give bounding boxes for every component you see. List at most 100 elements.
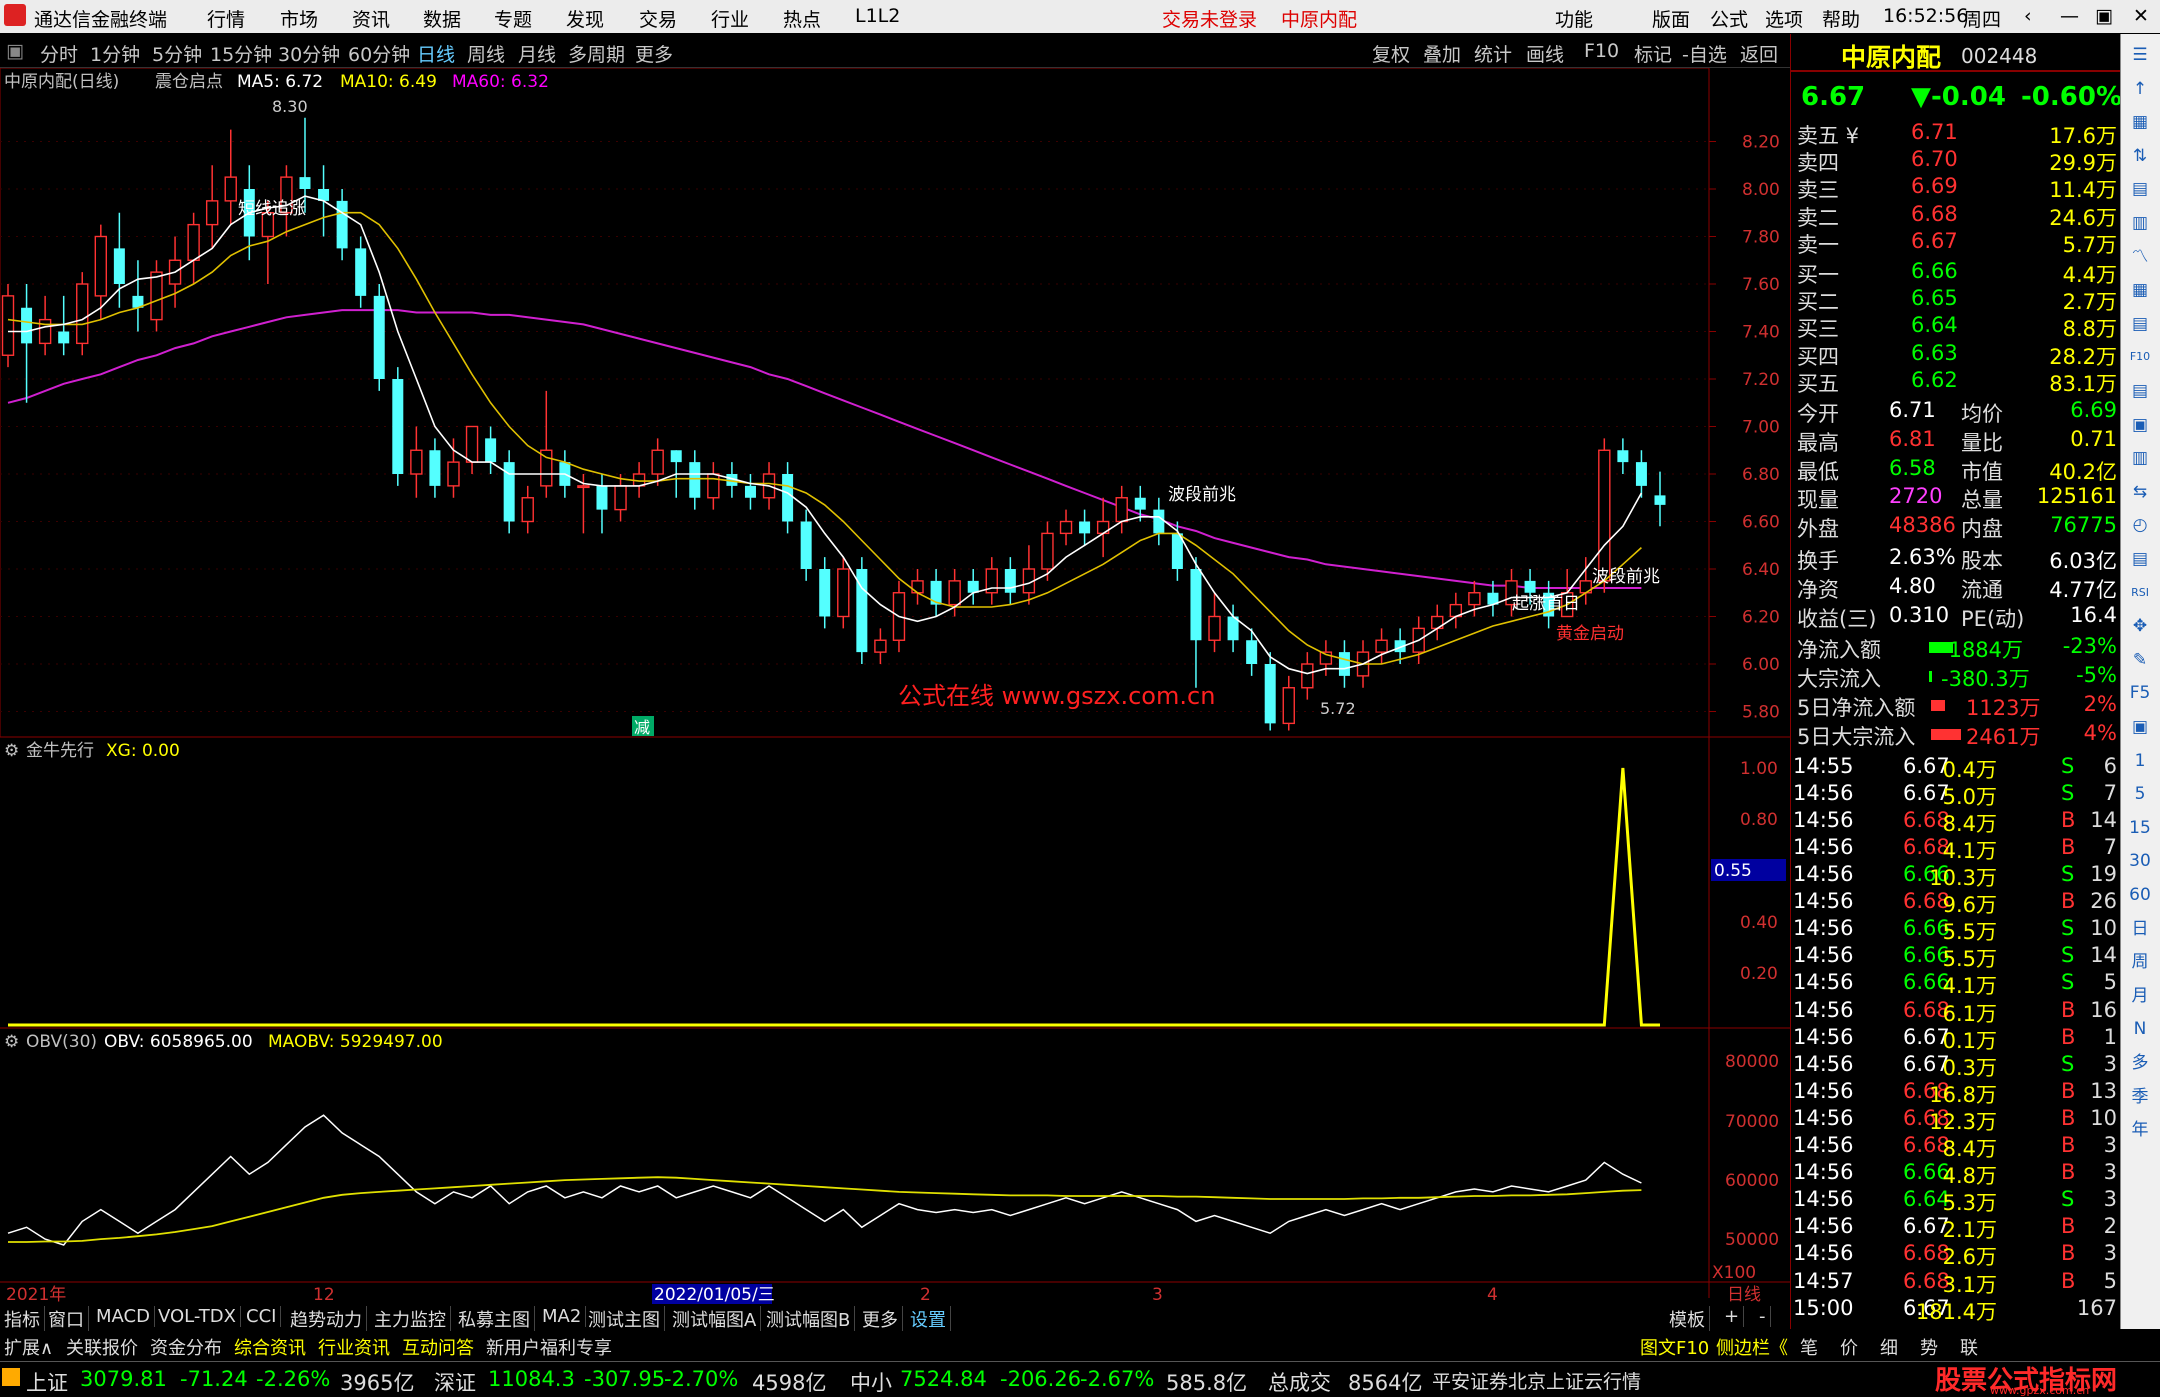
sidebar-tool-icon[interactable]: 60 (2127, 882, 2153, 908)
tab-test-a[interactable]: 测试幅图A (668, 1306, 762, 1332)
tick-row[interactable]: 14:56 6.68 2.6万 B 3 (1791, 1241, 2121, 1269)
menu-hot[interactable]: 热点 (783, 5, 821, 32)
period-daily[interactable]: 日线 (417, 40, 455, 67)
period-60min[interactable]: 60分钟 (348, 40, 410, 67)
tab-fund-dist[interactable]: 资金分布 (150, 1334, 222, 1360)
sidebar-tool-icon[interactable]: 5 (2127, 781, 2153, 807)
tab-test-b[interactable]: 测试幅图B (762, 1306, 856, 1332)
tick-row[interactable]: 14:56 6.68 16.8万 B 13 (1791, 1079, 2121, 1107)
sidebar-tool-icon[interactable]: 30 (2127, 848, 2153, 874)
menu-options[interactable]: 选项 (1765, 5, 1803, 32)
tool-overlay[interactable]: 叠加 (1423, 40, 1461, 67)
sidebar-tool-icon[interactable]: ▦ (2127, 109, 2153, 135)
tool-adjust[interactable]: 复权 (1372, 40, 1410, 67)
tab-expand[interactable]: 扩展∧ (4, 1334, 53, 1360)
stat-row[interactable]: 现量 2720 总量 125161 (1791, 484, 2121, 512)
login-status[interactable]: 交易未登录 (1162, 5, 1257, 32)
tab-trend2[interactable]: 势 (1920, 1334, 1938, 1360)
tick-row[interactable]: 14:56 6.67 5.0万 S 7 (1791, 781, 2121, 809)
sidebar-tool-icon[interactable]: F10 (2127, 344, 2153, 370)
tick-row[interactable]: 15:00 6.67 181.4万 167 (1791, 1296, 2121, 1324)
menu-trade[interactable]: 交易 (639, 5, 677, 32)
period-weekly[interactable]: 周线 (467, 40, 505, 67)
tick-row[interactable]: 14:56 6.66 5.5万 S 10 (1791, 916, 2121, 944)
tab-indicator[interactable]: 指标 (0, 1306, 45, 1332)
menu-help[interactable]: 帮助 (1822, 5, 1860, 32)
flow-row[interactable]: 5日净流入额 1123万 2% (1791, 692, 2121, 720)
tick-row[interactable]: 14:56 6.68 8.4万 B 14 (1791, 808, 2121, 836)
stat-row[interactable]: 换手 2.63% 股本 6.03亿 (1791, 545, 2121, 573)
sidebar-tool-icon[interactable]: ▤ (2127, 378, 2153, 404)
period-timeline[interactable]: 分时 (40, 40, 78, 67)
tab-news[interactable]: 综合资讯 (234, 1334, 306, 1360)
tab-link[interactable]: 联 (1960, 1334, 1978, 1360)
sidebar-tool-icon[interactable]: ◴ (2127, 512, 2153, 538)
kline-chart[interactable]: 中原内配(日线) 震仓启点 MA5: 6.72 MA10: 6.49 MA60:… (0, 68, 1790, 1305)
stat-row[interactable]: 外盘 48386 内盘 76775 (1791, 513, 2121, 541)
sidebar-tool-icon[interactable]: ⇅ (2127, 143, 2153, 169)
minimize-icon[interactable]: — (2060, 5, 2079, 27)
sidebar-tool-icon[interactable]: ▤ (2127, 546, 2153, 572)
menu-data[interactable]: 数据 (423, 5, 461, 32)
ask-row[interactable]: 卖四 6.70 29.9万 (1791, 147, 2121, 175)
period-multi[interactable]: 多周期 (568, 40, 625, 67)
sidebar-tool-icon[interactable]: 年 (2127, 1117, 2153, 1143)
tool-draw[interactable]: 画线 (1526, 40, 1564, 67)
tab-vol[interactable]: VOL-TDX (154, 1306, 241, 1327)
sidebar-tool-icon[interactable]: 月 (2127, 983, 2153, 1009)
tab-ma2[interactable]: MA2 (538, 1306, 587, 1327)
menu-l1l2[interactable]: L1L2 (855, 5, 900, 27)
period-30min[interactable]: 30分钟 (278, 40, 340, 67)
sidebar-tool-icon[interactable]: ▥ (2127, 210, 2153, 236)
menu-function[interactable]: 功能 (1555, 5, 1593, 32)
restore-icon[interactable]: ▣ (2095, 5, 2113, 27)
sidebar-tool-icon[interactable]: ▤ (2127, 176, 2153, 202)
tab-detail[interactable]: 细 (1880, 1334, 1898, 1360)
tab-price[interactable]: 价 (1840, 1334, 1858, 1360)
sidebar-tool-icon[interactable]: ☰ (2127, 42, 2153, 68)
sidebar-tool-icon[interactable]: 1 (2127, 748, 2153, 774)
tab-related-quote[interactable]: 关联报价 (66, 1334, 138, 1360)
sidebar-tool-icon[interactable]: ✥ (2127, 613, 2153, 639)
tab-more[interactable]: 更多 (858, 1306, 903, 1332)
tick-row[interactable]: 14:56 6.67 2.1万 B 2 (1791, 1214, 2121, 1242)
tab-industry-news[interactable]: 行业资讯 (318, 1334, 390, 1360)
bid-row[interactable]: 买四 6.63 28.2万 (1791, 341, 2121, 369)
sidebar-tool-icon[interactable]: F5 (2127, 680, 2153, 706)
tick-row[interactable]: 14:56 6.68 12.3万 B 10 (1791, 1106, 2121, 1134)
sidebar-tool-icon[interactable]: 日 (2127, 916, 2153, 942)
tab-qa[interactable]: 互动问答 (402, 1334, 474, 1360)
tool-back[interactable]: 返回 (1740, 40, 1778, 67)
tick-row[interactable]: 14:56 6.66 10.3万 S 19 (1791, 862, 2121, 890)
bid-row[interactable]: 买三 6.64 8.8万 (1791, 313, 2121, 341)
tab-trend[interactable]: 趋势动力 (286, 1306, 367, 1332)
tab-sidebar[interactable]: 侧边栏《 (1716, 1334, 1788, 1360)
sidebar-tool-icon[interactable]: ↑ (2127, 76, 2153, 102)
tick-row[interactable]: 14:57 6.68 3.1万 B 5 (1791, 1269, 2121, 1297)
stat-row[interactable]: 最高 6.81 量比 0.71 (1791, 427, 2121, 455)
flow-row[interactable]: 净流入额 -1884万 -23% (1791, 634, 2121, 662)
sub1-gear-icon[interactable]: ⚙ (4, 741, 19, 761)
tick-row[interactable]: 14:56 6.66 5.5万 S 14 (1791, 943, 2121, 971)
tab-private[interactable]: 私募主图 (454, 1306, 535, 1332)
tab-macd[interactable]: MACD (92, 1306, 155, 1327)
remove-window-button[interactable]: - (1755, 1306, 1771, 1327)
sidebar-tool-icon[interactable]: ▤ (2127, 311, 2153, 337)
tick-row[interactable]: 14:56 6.67 0.3万 S 3 (1791, 1052, 2121, 1080)
tab-settings[interactable]: 设置 (906, 1306, 951, 1332)
tool-f10[interactable]: F10 (1584, 40, 1619, 62)
ask-row[interactable]: 卖二 6.68 24.6万 (1791, 202, 2121, 230)
sidebar-tool-icon[interactable]: RSI (2127, 580, 2153, 606)
menu-discover[interactable]: 发现 (566, 5, 604, 32)
menu-industry[interactable]: 行业 (711, 5, 749, 32)
add-window-button[interactable]: + (1720, 1306, 1745, 1327)
sidebar-tool-icon[interactable]: ▥ (2127, 445, 2153, 471)
sub2-gear-icon[interactable]: ⚙ (4, 1032, 19, 1052)
tick-row[interactable]: 14:56 6.67 0.1万 B 1 (1791, 1025, 2121, 1053)
bid-row[interactable]: 买一 6.66 4.4万 (1791, 259, 2121, 287)
tab-new-user[interactable]: 新用户福利专享 (486, 1334, 612, 1360)
close-icon[interactable]: ✕ (2133, 5, 2149, 27)
period-15min[interactable]: 15分钟 (210, 40, 272, 67)
stat-row[interactable]: 净资 4.80 流通 4.77亿 (1791, 574, 2121, 602)
sidebar-tool-icon[interactable]: ▣ (2127, 412, 2153, 438)
